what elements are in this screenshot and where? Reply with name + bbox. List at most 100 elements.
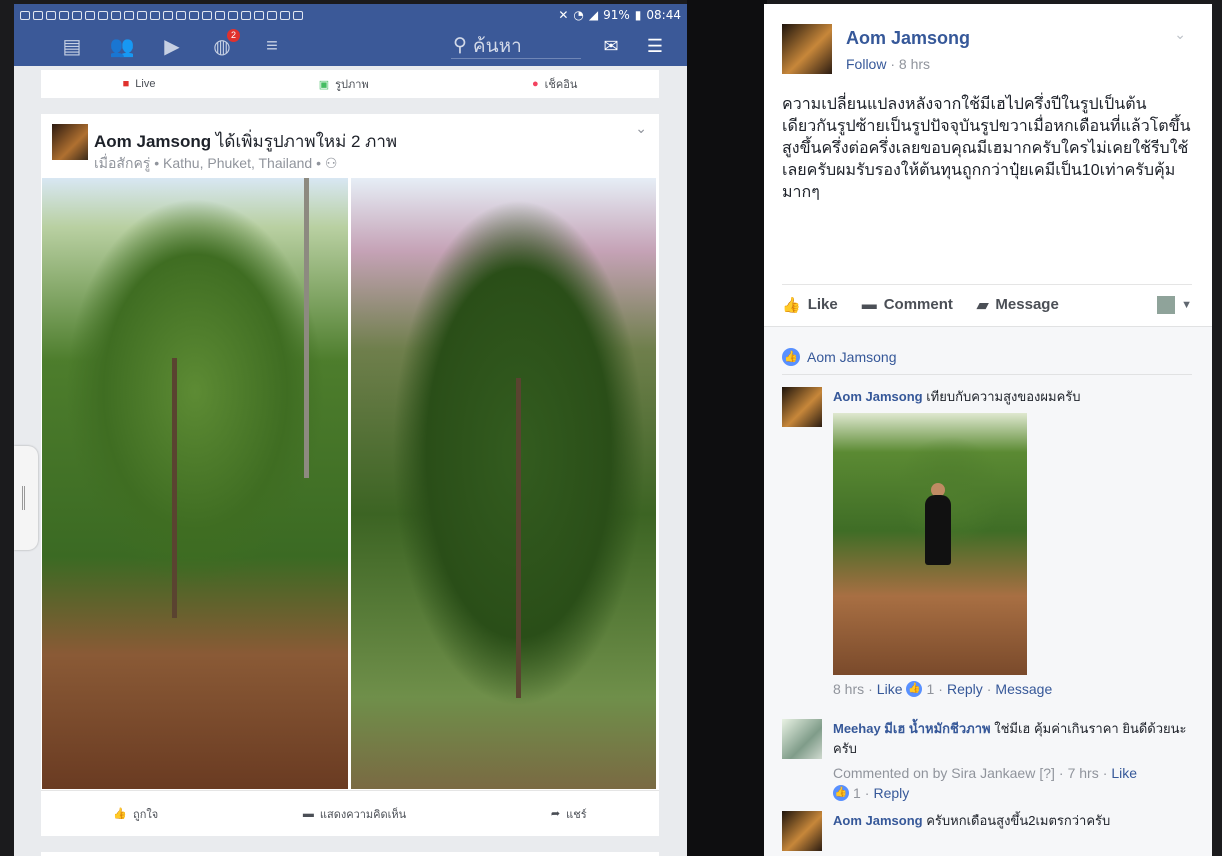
- comment-button[interactable]: ▬ Comment: [862, 296, 953, 313]
- notification-icon: [150, 10, 160, 20]
- caret-down-icon: ▼: [1181, 298, 1192, 311]
- comment-label: แสดงความคิดเห็น: [319, 808, 407, 821]
- photo-tree-six-months-ago[interactable]: [350, 178, 656, 789]
- comment-icon: ▬: [302, 807, 314, 820]
- post-as-selector[interactable]: ▼: [1157, 295, 1192, 314]
- photo-tree-current[interactable]: [42, 178, 348, 789]
- feed-post: Aom Jamsong ได้เพิ่มรูปภาพใหม่ 2 ภาพ เมื…: [41, 114, 659, 836]
- comment: Aom Jamsong ครับหกเดือนสูงขึ้น2เมตรกว่าค…: [782, 811, 1192, 851]
- notifications-icon[interactable]: ◍ 2: [208, 29, 240, 60]
- like-label: ถูกใจ: [133, 808, 159, 821]
- comments-section: 👍 Aom Jamsong Aom Jamsong เทียบกับความสู…: [764, 326, 1212, 856]
- comment-reply-button[interactable]: Reply: [873, 783, 909, 803]
- comment-text: เทียบกับความสูงของผมครับ: [926, 389, 1081, 404]
- thumbs-up-icon: 👍: [113, 808, 128, 820]
- comment-button[interactable]: ▬ แสดงความคิดเห็น: [303, 805, 406, 823]
- composer-bar: ■ Live ▣ รูปภาพ ● เช็คอิน: [41, 70, 659, 98]
- tree-trunk: [172, 358, 177, 618]
- background-area: [687, 0, 767, 856]
- separator: ·: [1102, 765, 1108, 781]
- notification-icon: [85, 10, 95, 20]
- like-button[interactable]: 👍 Like: [782, 296, 838, 314]
- screen: ✕ ◔ ◢ 91% ▮ 08:44 ▤ 👥 ▶ ◍ 2 ≡ ⚲ ค้นหา ✉ ☰…: [0, 0, 1222, 856]
- signal-icon: ◢: [588, 8, 599, 22]
- video-icon[interactable]: ▶: [158, 32, 186, 60]
- tree-trunk: [304, 178, 309, 478]
- comment-time[interactable]: 7 hrs: [1068, 763, 1099, 783]
- post-author[interactable]: Aom Jamsong: [94, 132, 211, 151]
- post-actions: 👍 ถูกใจ ▬ แสดงความคิดเห็น ➦ แชร์: [41, 790, 659, 836]
- comment-author[interactable]: Aom Jamsong: [833, 813, 923, 828]
- comment-icon: ▬: [861, 296, 877, 313]
- avatar[interactable]: [782, 811, 822, 851]
- comment-author[interactable]: Aom Jamsong: [833, 389, 923, 404]
- page-avatar-icon: [1157, 295, 1176, 314]
- notification-badge: 2: [227, 29, 240, 42]
- edge-panel-handle[interactable]: [14, 446, 38, 550]
- news-feed-icon[interactable]: ▤: [58, 32, 86, 60]
- avatar[interactable]: [782, 387, 822, 427]
- notification-icon: [228, 10, 238, 20]
- share-button[interactable]: ➦ แชร์: [551, 805, 587, 823]
- comment: Meehay มีเฮ น้ำหมักชีวภาพ ใช่มีเฮ คุ้มค่…: [782, 719, 1192, 807]
- post-action-text: ได้เพิ่มรูปภาพใหม่ 2 ภาพ: [215, 132, 398, 151]
- comment-time[interactable]: 8 hrs: [833, 679, 864, 699]
- post-author-line: Aom Jamsong ได้เพิ่มรูปภาพใหม่ 2 ภาพ: [94, 128, 397, 155]
- comment-message-button[interactable]: Message: [995, 679, 1052, 699]
- post-subline: Follow · 8 hrs: [846, 56, 930, 72]
- notification-icon: [111, 10, 121, 20]
- comment-photo[interactable]: [833, 413, 1027, 675]
- notification-icon: [241, 10, 251, 20]
- notification-icon: [59, 10, 69, 20]
- like-reaction-icon: 👍: [906, 681, 923, 697]
- follow-link[interactable]: Follow: [846, 56, 886, 72]
- comment-body: Meehay มีเฮ น้ำหมักชีวภาพ ใช่มีเฮ คุ้มค่…: [833, 719, 1188, 803]
- notification-icon: [254, 10, 264, 20]
- post-author[interactable]: Aom Jamsong: [846, 28, 970, 49]
- photo-button[interactable]: ▣ รูปภาพ: [319, 75, 369, 93]
- search-icon: ⚲: [453, 35, 467, 56]
- friend-requests-icon[interactable]: ☰: [641, 32, 669, 60]
- post-photos: [42, 178, 656, 789]
- comment-reply-button[interactable]: Reply: [947, 679, 983, 699]
- avatar[interactable]: [52, 124, 88, 160]
- notification-icon: [176, 10, 186, 20]
- avatar[interactable]: [782, 24, 832, 74]
- comment-author[interactable]: Meehay มีเฮ น้ำหมักชีวภาพ: [833, 721, 991, 736]
- facebook-navbar: ▤ 👥 ▶ ◍ 2 ≡ ⚲ ค้นหา ✉ ☰: [14, 26, 687, 66]
- comment-like-count[interactable]: 1: [926, 679, 934, 699]
- chevron-down-icon[interactable]: ⌄: [635, 120, 647, 137]
- wifi-icon: ◔: [573, 8, 584, 22]
- person-figure: [925, 495, 951, 565]
- friends-icon[interactable]: 👥: [108, 32, 136, 60]
- comment-meta: 👍 1 · Reply: [833, 783, 1188, 803]
- post-text: ความเปลี่ยนแปลงหลังจากใช้มีเฮไปครึ่งปีใน…: [782, 96, 1191, 201]
- post-meta-text: เมื่อสักครู่ • Kathu, Phuket, Thailand •: [94, 155, 321, 171]
- live-icon: ■: [122, 78, 130, 90]
- notification-icon: [124, 10, 134, 20]
- battery-level: 91%: [603, 8, 630, 22]
- help-link[interactable]: [?]: [1039, 763, 1055, 783]
- post-time[interactable]: 8 hrs: [899, 56, 930, 72]
- notification-icon: [215, 10, 225, 20]
- post-actions: 👍 Like ▬ Comment ▰ Message ▼: [782, 284, 1192, 324]
- notification-icon: [72, 10, 82, 20]
- checkin-label: เช็คอิน: [544, 79, 578, 91]
- search-input[interactable]: ⚲ ค้นหา: [451, 33, 581, 59]
- likes-by[interactable]: Aom Jamsong: [807, 349, 896, 365]
- likes-summary[interactable]: 👍 Aom Jamsong: [782, 339, 1192, 375]
- facebook-post-panel: Aom Jamsong Follow · 8 hrs ⌄ ความเปลี่ยน…: [764, 4, 1212, 856]
- live-button[interactable]: ■ Live: [123, 78, 156, 90]
- menu-icon[interactable]: ≡: [258, 32, 286, 60]
- message-icon: ▰: [976, 296, 989, 314]
- comment-like-count[interactable]: 1: [853, 783, 861, 803]
- message-button[interactable]: ▰ Message: [977, 296, 1059, 314]
- chevron-down-icon[interactable]: ⌄: [1174, 26, 1186, 43]
- comment-like-button[interactable]: Like: [1111, 763, 1137, 783]
- messenger-icon[interactable]: ✉: [597, 32, 625, 60]
- commented-on-by: Commented on by Sira Jankaew: [833, 765, 1036, 781]
- comment-like-button[interactable]: Like: [877, 679, 903, 699]
- avatar[interactable]: [782, 719, 822, 759]
- checkin-button[interactable]: ● เช็คอิน: [532, 75, 577, 93]
- like-button[interactable]: 👍 ถูกใจ: [113, 805, 158, 823]
